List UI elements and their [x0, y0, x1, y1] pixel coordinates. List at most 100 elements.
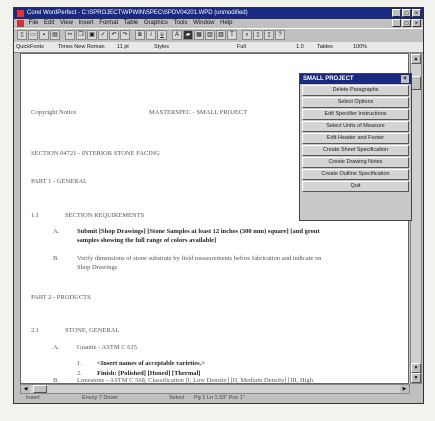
columns-icon[interactable]: ▥ — [205, 30, 215, 40]
line-spacing-dropdown[interactable]: 1.0 — [296, 42, 304, 52]
textart-icon[interactable]: T — [227, 30, 237, 40]
header-copyright: Copyright Notice — [31, 109, 77, 116]
scroll-right-icon[interactable]: ▶ — [400, 385, 409, 393]
quit-button[interactable]: Quit — [302, 181, 409, 192]
table-icon[interactable]: ▦ — [194, 30, 204, 40]
create-outline-spec-button[interactable]: Create Outline Specification — [302, 169, 409, 180]
close-button[interactable]: × — [412, 9, 421, 17]
title-bar: Corel WordPerfect - C:\SPROJECT\WPWIN\SP… — [14, 8, 423, 19]
menu-bar: File Edit View Insert Format Table Graph… — [14, 19, 423, 28]
graphics-icon[interactable]: ▰ — [183, 30, 193, 40]
zoom-icon[interactable]: ⌕ — [242, 30, 252, 40]
part-1-heading: PART 1 - GENERAL — [31, 178, 88, 185]
undo-icon[interactable]: ↶ — [109, 30, 119, 40]
scroll-left-icon[interactable]: ◀ — [21, 385, 30, 393]
para-a-letter: A. — [53, 228, 60, 235]
open-icon[interactable]: ▭ — [28, 30, 38, 40]
menu-tools[interactable]: Tools — [173, 20, 187, 26]
menu-format[interactable]: Format — [99, 20, 118, 26]
justification-dropdown[interactable]: Full — [237, 42, 246, 52]
window-title: Corel WordPerfect - C:\SPROJECT\WPWIN\SP… — [27, 10, 248, 16]
granite-letter: A. — [53, 344, 60, 351]
spellcheck-icon[interactable]: ✓ — [98, 30, 108, 40]
h-scroll-thumb[interactable] — [33, 385, 47, 393]
menu-edit[interactable]: Edit — [44, 20, 54, 26]
edit-header-footer-button[interactable]: Edit Header and Footer — [302, 133, 409, 144]
menu-file[interactable]: File — [29, 20, 39, 26]
two-page-icon[interactable]: ▯ — [264, 30, 274, 40]
styles-dropdown[interactable]: Styles — [154, 42, 169, 52]
granite-item-1-text: <Insert names of acceptable varieties.> — [97, 360, 205, 367]
quickfonts-dropdown[interactable]: QuickFonts — [16, 42, 44, 52]
toolbar: ▯ ▭ ▪ ▤ ✂ ❐ ▣ ✓ ↶ ↷ b i u A ▰ ▦ ▥ ▧ T ⌕ … — [14, 28, 423, 43]
panel-title: SMALL PROJECT — [303, 76, 354, 82]
menu-window[interactable]: Window — [193, 20, 214, 26]
doc-minimize-button[interactable]: _ — [392, 19, 401, 27]
header-title: MASTERSPEC - SMALL PROJECT — [149, 109, 248, 116]
article-1-1-title: SECTION REQUIREMENTS — [65, 212, 145, 219]
create-sheet-spec-button[interactable]: Create Sheet Specification — [302, 145, 409, 156]
small-project-panel: SMALL PROJECT × Delete Paragraphs Select… — [299, 73, 412, 221]
menu-insert[interactable]: Insert — [79, 20, 94, 26]
status-bar: Insert Envoy 7 Driver Select Pg 1 Ln 1.0… — [14, 394, 423, 403]
new-icon[interactable]: ▯ — [17, 30, 27, 40]
menu-graphics[interactable]: Graphics — [144, 20, 168, 26]
scroll-down-icon[interactable]: ▼ — [411, 363, 421, 373]
panel-title-bar[interactable]: SMALL PROJECT × — [300, 74, 411, 84]
part-2-heading: PART 2 - PRODUCTS — [31, 294, 91, 301]
app-icon[interactable] — [17, 10, 24, 17]
granite-item-2-number: 2. — [77, 370, 82, 377]
print-icon[interactable]: ▤ — [50, 30, 60, 40]
minimize-button[interactable]: _ — [392, 9, 401, 17]
page-down-icon[interactable]: ▼ — [411, 373, 421, 383]
status-select[interactable]: Select — [169, 394, 184, 403]
status-insert[interactable]: Insert — [26, 394, 40, 403]
save-icon[interactable]: ▪ — [39, 30, 49, 40]
size-dropdown[interactable]: 11 pt — [117, 42, 129, 52]
doc-close-button[interactable]: × — [412, 19, 421, 27]
cut-icon[interactable]: ✂ — [65, 30, 75, 40]
para-a-line1: Submit [Shop Drawings] [Stone Samples at… — [77, 228, 320, 235]
page-view-icon[interactable]: ▯ — [253, 30, 263, 40]
limestone-text: Limestone - ASTM C 568, Classification [… — [77, 377, 313, 384]
status-position: Pg 1 Ln 1.03" Pos 1" — [194, 395, 245, 401]
granite-text: Granite - ASTM C 615 — [77, 344, 137, 351]
menu-table[interactable]: Table — [124, 20, 138, 26]
italic-icon[interactable]: i — [146, 30, 156, 40]
panel-close-icon[interactable]: × — [401, 75, 409, 83]
para-b-letter: B. — [53, 255, 59, 262]
article-2-1-title: STONE, GENERAL — [65, 327, 120, 334]
maximize-button[interactable]: □ — [402, 9, 411, 17]
copy-icon[interactable]: ❐ — [76, 30, 86, 40]
property-bar: QuickFonts Times New Roman 11 pt Styles … — [14, 42, 423, 53]
para-b-line2: Shop Drawings — [77, 264, 118, 271]
scroll-thumb[interactable] — [411, 76, 421, 90]
delete-paragraphs-button[interactable]: Delete Paragraphs — [302, 85, 409, 96]
article-1-1-number: 1.1 — [31, 212, 40, 219]
select-options-button[interactable]: Select Options — [302, 97, 409, 108]
article-2-1-number: 2.1 — [31, 327, 40, 334]
scroll-up-icon[interactable]: ▲ — [411, 54, 421, 64]
paste-icon[interactable]: ▣ — [87, 30, 97, 40]
horizontal-scrollbar[interactable]: ◀ ▶ — [20, 384, 410, 394]
doc-restore-button[interactable]: □ — [402, 19, 411, 27]
para-a-line2: samples showing the full range of colors… — [77, 237, 217, 244]
redo-icon[interactable]: ↷ — [120, 30, 130, 40]
help-icon[interactable]: ? — [275, 30, 285, 40]
bold-icon[interactable]: b — [135, 30, 145, 40]
chart-icon[interactable]: ▧ — [216, 30, 226, 40]
select-units-button[interactable]: Select Units of Measure — [302, 121, 409, 132]
zoom-dropdown[interactable]: 100% — [353, 42, 367, 52]
document-icon[interactable] — [17, 20, 24, 27]
edit-specifier-instructions-button[interactable]: Edit Specifier Instructions — [302, 109, 409, 120]
para-b-line1: Verify dimensions of stone substrate by … — [77, 255, 322, 262]
underline-icon[interactable]: u — [157, 30, 167, 40]
menu-view[interactable]: View — [60, 20, 73, 26]
limestone-letter: B. — [53, 377, 59, 384]
menu-help[interactable]: Help — [220, 20, 232, 26]
tables-dropdown[interactable]: Tables — [317, 42, 333, 52]
font-dropdown[interactable]: Times New Roman — [58, 42, 105, 52]
font-icon[interactable]: A — [172, 30, 182, 40]
status-printer[interactable]: Envoy 7 Driver — [82, 394, 118, 403]
create-drawing-notes-button[interactable]: Create Drawing Notes — [302, 157, 409, 168]
